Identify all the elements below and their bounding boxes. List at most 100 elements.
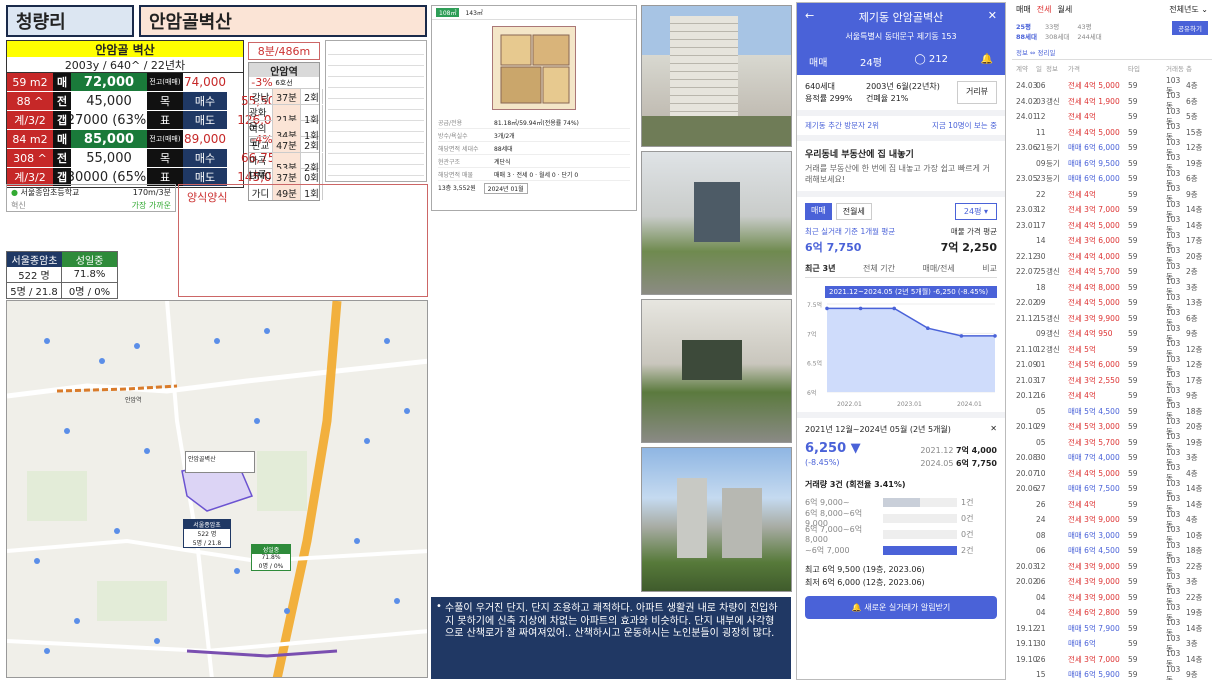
back-arrow-icon[interactable]: ← (805, 9, 814, 25)
trade-col-header: 타입 (1128, 64, 1140, 73)
size-tab[interactable]: 25평 88세대 (1016, 21, 1037, 41)
period-tab[interactable]: 최근 3년 (805, 263, 835, 274)
trade-row[interactable]: 24.02 03 갱신 전세 4억 1,900 59 103동 6층 (1016, 91, 1212, 110)
mini-cell (404, 131, 424, 143)
close-icon[interactable]: ✕ (988, 9, 997, 25)
mini-cell (328, 131, 348, 143)
trade-row[interactable]: 20.02 06 전세 3억 9,000 59 103동 3층 (1016, 572, 1212, 591)
trade-row[interactable]: 20.10 29 전세 5억 3,000 59 103동 20층 (1016, 417, 1212, 436)
trade-row[interactable]: 24 전세 3억 9,000 59 103동 4층 (1016, 510, 1212, 529)
tab-rent[interactable]: 전월세 (835, 203, 872, 220)
to-price: 2024.05 6억 7,750 (920, 459, 997, 468)
period-tab[interactable]: 전체 기간 (863, 263, 895, 274)
trade-cell: 24 (1036, 515, 1046, 524)
trade-row[interactable]: 23.06 21 등기 매매 6억 6,000 59 103동 12층 (1016, 138, 1212, 157)
apartment-photo-3 (641, 299, 792, 443)
label-cell: 목 (147, 92, 183, 110)
trade-row[interactable]: 21.12 15 갱신 전세 3억 9,900 59 103동 6층 (1016, 308, 1212, 327)
promo-banner[interactable]: 우리동네 부동산에 집 내놓기 거래를 부동산에 한 번에 집 내놓고 가장 쉽… (797, 141, 1005, 197)
trade-row[interactable]: 24.01 12 전세 4억 59 103동 5층 (1016, 107, 1212, 126)
trade-row[interactable]: 15 매매 6억 5,900 59 103동 9층 (1016, 665, 1212, 681)
trade-row[interactable]: 22 전세 4억 59 103동 9층 (1016, 184, 1212, 203)
trade-row[interactable]: 20.06 27 매매 6억 7,500 59 103동 14층 (1016, 479, 1212, 498)
price-chart[interactable]: 2021.12~2024.05 (2년 5개월) -6,250 (-8.45%)… (805, 284, 997, 412)
trade-row[interactable]: 19.11 30 매매 6억 59 103동 3층 (1016, 634, 1212, 653)
trade-row[interactable]: 22.07 25 갱신 전세 4억 5,700 59 103동 2층 (1016, 262, 1212, 281)
share-button[interactable]: 공유하기 (1172, 21, 1208, 35)
school-tag: 혁신 (11, 201, 26, 210)
trade-cell: 매매 6억 7,500 (1068, 484, 1120, 493)
trade-row[interactable]: 04 전세 3억 9,000 59 103동 22층 (1016, 587, 1212, 606)
trade-cell: 59 (1128, 189, 1138, 199)
floorplan-key: 공급/전용 (438, 119, 463, 127)
trade-row[interactable]: 26 전세 4억 59 103동 14층 (1016, 494, 1212, 513)
commute-dest: 판교 (249, 137, 273, 152)
tab-sale[interactable]: 매매 (805, 203, 832, 220)
trade-row[interactable]: 05 전세 3억 5,700 59 103동 19층 (1016, 432, 1212, 451)
year-filter[interactable]: 전체년도 ⌄ (1169, 4, 1208, 15)
trade-row[interactable]: 20.07 10 전세 4억 5,000 59 103동 4층 (1016, 463, 1212, 482)
commute-row: 강남 37분 2회 (249, 88, 323, 104)
mini-cell (328, 54, 348, 66)
area-map[interactable]: 안암골벽산 서울종암초 522 명 5명 / 21.8 성일중 71.8% 0명… (6, 300, 428, 678)
size-select[interactable]: 24평 ▾ (954, 203, 997, 220)
y-tick-label: 7억 (807, 330, 816, 338)
tab-size[interactable]: 24평 (860, 54, 882, 69)
trade-row[interactable]: 19.12 21 매매 5억 7,900 59 103동 14층 (1016, 618, 1212, 637)
tab-trade-type[interactable]: 매매 (809, 54, 827, 69)
trade-row[interactable]: 18 전세 4억 8,000 59 103동 3층 (1016, 277, 1212, 296)
info-filter[interactable]: 정보 ⇔ 정리일 (1012, 45, 1212, 60)
trade-row[interactable]: 20.03 12 전세 3억 9,000 59 103동 22층 (1016, 556, 1212, 575)
floorplan-tab-2[interactable]: 143㎡ (465, 8, 482, 17)
trade-tab-sale[interactable]: 매매 (1016, 4, 1031, 15)
volume-bar (883, 545, 957, 555)
trade-row[interactable]: 21.03 17 전세 3억 2,550 59 103동 17층 (1016, 370, 1212, 389)
street-view-button[interactable]: 거리뷰 (957, 81, 997, 104)
size-tab[interactable]: 43평 244세대 (1077, 21, 1101, 41)
trade-row[interactable]: 21.09 01 전세 5억 6,000 59 103동 12층 (1016, 355, 1212, 374)
trade-row[interactable]: 23.03 12 전세 3억 7,000 59 103동 14층 (1016, 200, 1212, 219)
trade-row[interactable]: 22.02 09 전세 4억 5,000 59 103동 13층 (1016, 293, 1212, 312)
floorplan-tab[interactable]: 108㎡ (436, 8, 460, 17)
trade-cell: 06 (1036, 546, 1046, 555)
trade-row[interactable]: 20.12 16 전세 4억 59 103동 9층 (1016, 386, 1212, 405)
trade-row[interactable]: 24.03 06 전세 4억 5,000 59 103동 4층 (1016, 76, 1212, 95)
trade-row[interactable]: 19.10 26 전세 3억 7,000 59 103동 14층 (1016, 649, 1212, 668)
trade-row[interactable]: 20.08 30 매매 7억 4,000 59 103동 3층 (1016, 448, 1212, 467)
trade-row[interactable]: 06 매매 6억 4,500 59 103동 18층 (1016, 541, 1212, 560)
map-school-label[interactable]: 서울종암초 522 명 5명 / 21.8 (183, 519, 231, 548)
visitor-banner[interactable]: 제기동 추간 방문자 2위 지금 10명이 보는 중 (797, 110, 1005, 141)
trade-row[interactable]: 08 매매 6억 3,000 59 103동 10층 (1016, 525, 1212, 544)
comment-count[interactable]: ◯ 212 (914, 54, 947, 69)
period-tab[interactable]: 비교 (982, 263, 997, 274)
trade-row[interactable]: 09 갱신 전세 4억 950 59 103동 9층 (1016, 324, 1212, 343)
size-tabs[interactable]: 25평 88세대 33평 308세대 43평 244세대 공유하기 (1012, 17, 1212, 45)
trade-row[interactable]: 23.01 17 전세 4억 5,000 59 103동 14층 (1016, 215, 1212, 234)
trade-tab-jeonse[interactable]: 전세 (1037, 4, 1052, 15)
size-tab[interactable]: 33평 308세대 (1045, 21, 1069, 41)
map-school-label-2[interactable]: 성일중 71.8% 0명 / 0% (251, 544, 291, 571)
trade-row[interactable]: 23.05 23 등기 매매 6억 6,000 59 103동 6층 (1016, 169, 1212, 188)
price-alert-button[interactable]: 🔔 새로운 실거래가 알림받기 (805, 596, 997, 619)
map-complex-label[interactable]: 안암골벽산 (185, 451, 255, 473)
trade-cell: 10 (1036, 468, 1046, 478)
trade-row[interactable]: 21.10 12 갱신 전세 5억 59 103동 12층 (1016, 339, 1212, 358)
trade-row[interactable]: 22.12 30 전세 4억 4,000 59 103동 20층 (1016, 246, 1212, 265)
bell-icon[interactable]: 🔔 (981, 54, 993, 69)
trade-cell: 갱신 (1046, 96, 1060, 106)
apartment-photo-1 (641, 5, 792, 147)
period-tab[interactable]: 매매/전세 (923, 263, 955, 274)
trade-row[interactable]: 14 전세 3억 6,000 59 103동 17층 (1016, 231, 1212, 250)
trade-tab-monthly[interactable]: 월세 (1057, 4, 1072, 15)
trade-cell: 3층 (1186, 639, 1198, 648)
trade-row[interactable]: 11 전세 4억 5,000 59 103동 15층 (1016, 122, 1212, 141)
size-cell: 59 m2 (7, 73, 53, 91)
trade-cell: 9층 (1186, 391, 1198, 400)
trade-row[interactable]: 04 전세 6억 2,800 59 103동 19층 (1016, 603, 1212, 622)
floorplan-year-select[interactable]: 2024년 01월 (483, 183, 528, 194)
trade-row[interactable]: 09 등기 매매 6억 9,500 59 103동 19층 (1016, 153, 1212, 172)
trade-cell: 59 (1128, 158, 1138, 168)
close-icon[interactable]: ✕ (990, 424, 997, 435)
mini-cell (347, 76, 367, 88)
trade-row[interactable]: 05 매매 5억 4,500 59 103동 18층 (1016, 401, 1212, 420)
